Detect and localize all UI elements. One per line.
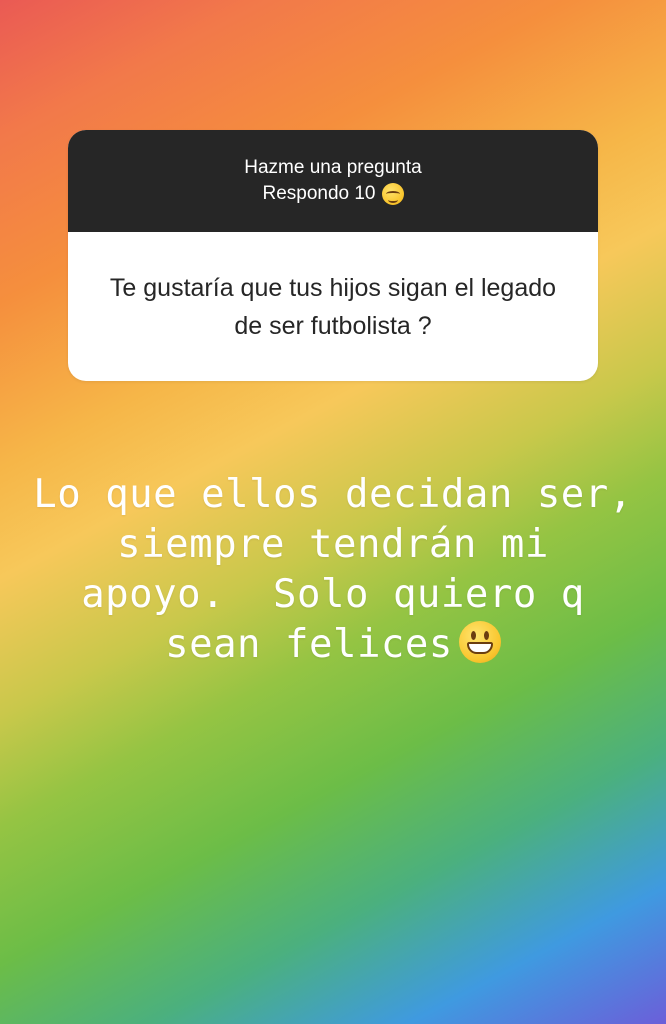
answer-line: siempre tendrán mi xyxy=(117,522,549,567)
answer-line-last: sean felices xyxy=(20,620,646,670)
answer-line: Lo que ellos decidan ser, xyxy=(33,472,633,517)
question-subprompt-text: Respondo 10 xyxy=(262,183,376,204)
answer-text: Lo que ellos decidan ser, siempre tendrá… xyxy=(20,470,646,670)
question-sticker-header: Hazme una pregunta Respondo 10 xyxy=(68,130,598,232)
question-sticker[interactable]: Hazme una pregunta Respondo 10 Te gustar… xyxy=(68,130,598,381)
question-subprompt: Respondo 10 xyxy=(262,181,404,207)
answer-line: sean felices xyxy=(165,622,453,667)
question-text: Te gustaría que tus hijos sigan el legad… xyxy=(109,273,557,340)
relieved-face-icon xyxy=(381,183,404,205)
answer-line: apoyo. Solo quiero q xyxy=(81,572,585,617)
question-prompt: Hazme una pregunta xyxy=(244,157,422,178)
grinning-face-icon xyxy=(458,621,501,663)
